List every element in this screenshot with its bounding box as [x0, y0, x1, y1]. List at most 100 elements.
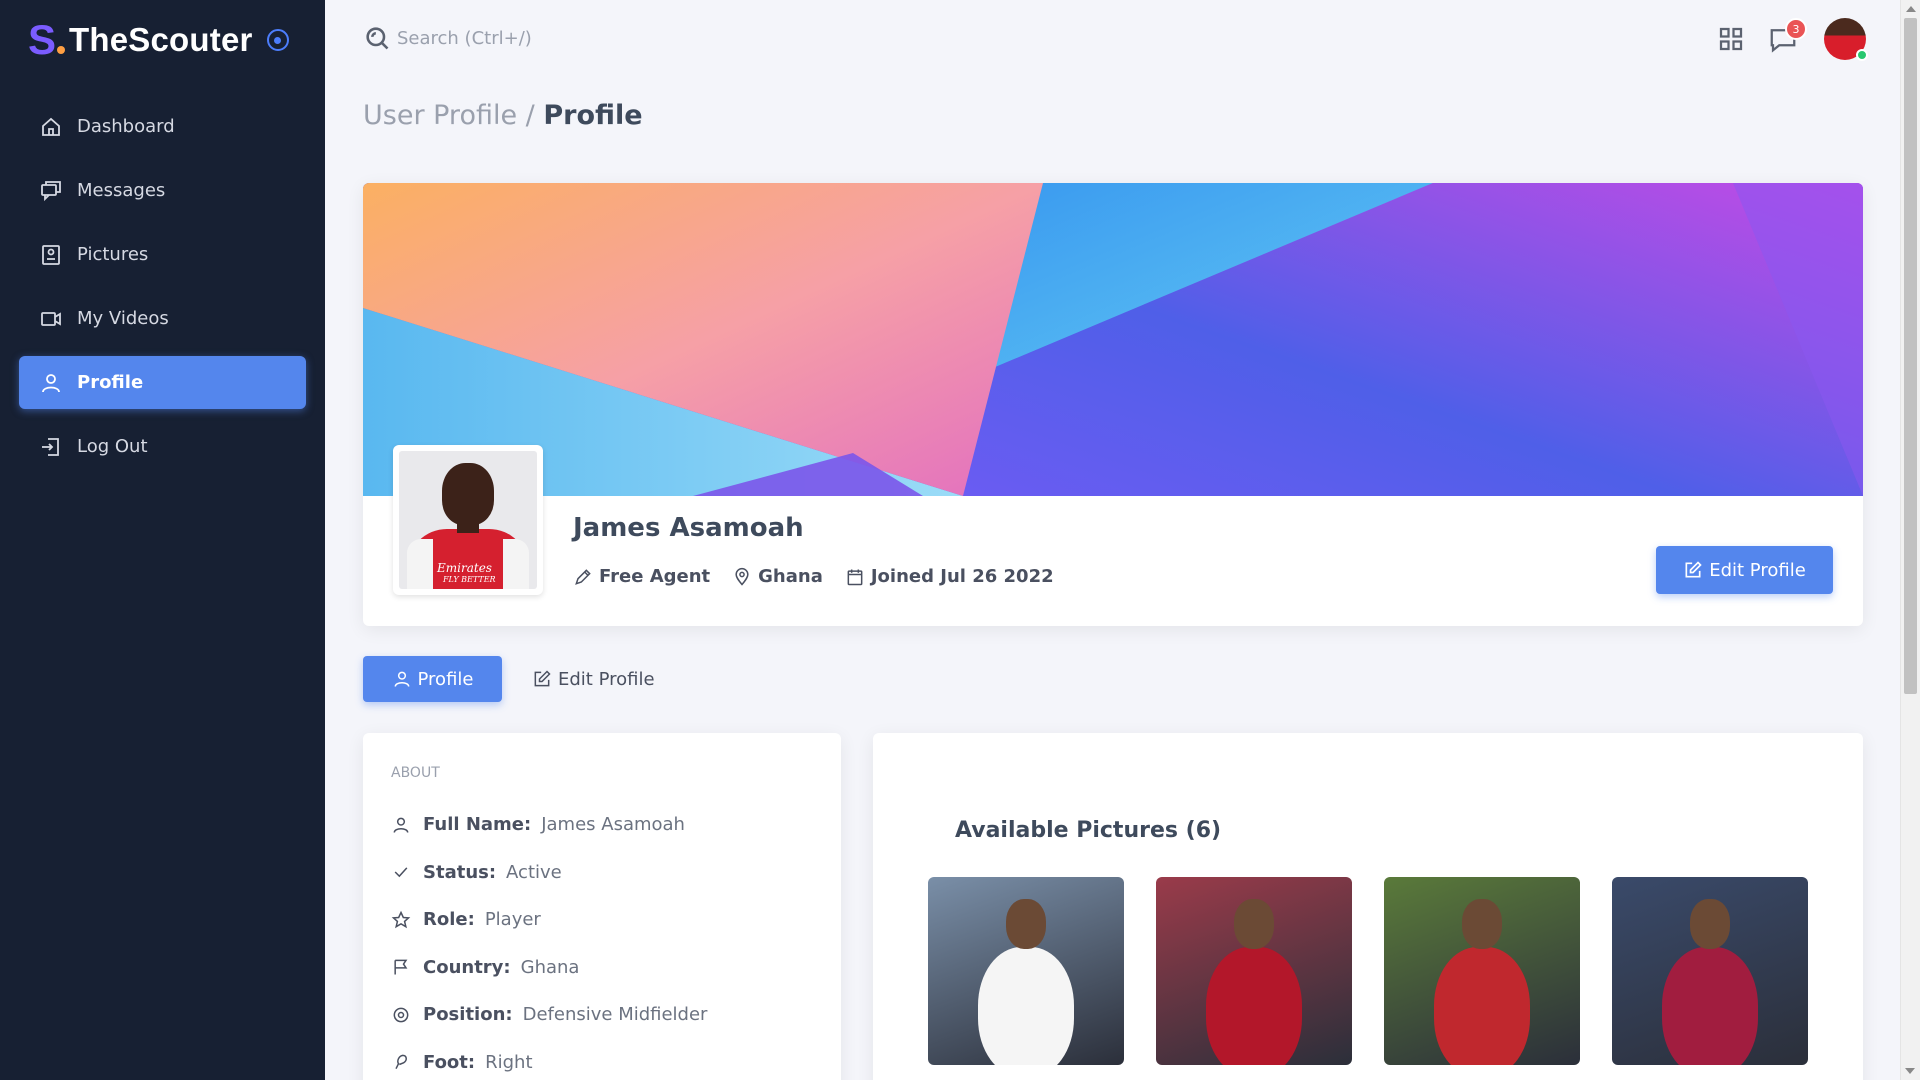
profile-status: Free Agent [573, 566, 710, 587]
profile-photo: Emirates FLY BETTER [399, 451, 537, 589]
about-key: Country: [423, 956, 511, 978]
map-pin-icon [735, 567, 749, 586]
available-pictures-card: Available Pictures (6) [873, 733, 1863, 1080]
about-key: Full Name: [423, 814, 532, 836]
profile-meta: Free Agent Ghana Joined Jul 26 2022 [573, 566, 1076, 587]
scroll-thumb[interactable] [1904, 18, 1917, 694]
sidebar-item-label: Messages [77, 180, 166, 201]
profile-name: James Asamoah [573, 513, 804, 543]
pictures-title: Available Pictures (6) [955, 818, 1222, 843]
sidebar-item-dashboard[interactable]: Dashboard [19, 100, 306, 153]
player-figure [1434, 947, 1530, 1065]
about-row-foot: Foot: Right [391, 1039, 813, 1080]
brand-name: TheScouter [69, 21, 253, 58]
apps-grid-icon[interactable] [1716, 24, 1746, 54]
shirt-sponsor-subtext: FLY BETTER [443, 575, 496, 584]
edit-profile-label: Edit Profile [1709, 559, 1806, 581]
about-row-status: Status: Active [391, 849, 813, 897]
about-key: Foot: [423, 1051, 476, 1073]
about-title: ABOUT [391, 765, 440, 781]
tab-label: Profile [417, 668, 474, 690]
picture-thumbnail[interactable] [1384, 877, 1580, 1065]
cover-image [363, 183, 1863, 496]
sidebar-item-profile[interactable]: Profile [19, 356, 306, 409]
player-head [1462, 899, 1502, 949]
sidebar-item-pictures[interactable]: Pictures [19, 228, 306, 281]
picture-thumbnail[interactable] [1612, 877, 1808, 1065]
edit-profile-button[interactable]: Edit Profile [1656, 546, 1833, 594]
sidebar-item-my-videos[interactable]: My Videos [19, 292, 306, 345]
brand[interactable]: S TheScouter [0, 0, 325, 80]
shirt-sponsor-text: Emirates [437, 561, 492, 575]
search-placeholder: Search (Ctrl+/) [397, 27, 532, 49]
sidebar-item-messages[interactable]: Messages [19, 164, 306, 217]
about-value: Right [485, 1051, 533, 1073]
player-head [1006, 899, 1046, 949]
about-key: Status: [423, 861, 497, 883]
star-icon [391, 910, 411, 928]
scroll-up-icon[interactable] [1905, 6, 1916, 12]
pen-icon [575, 568, 591, 585]
brand-dot [57, 46, 66, 54]
profile-joined: Joined Jul 26 2022 [845, 566, 1054, 587]
sidebar-item-logout[interactable]: Log Out [19, 420, 306, 473]
online-status-dot [1856, 49, 1868, 61]
about-value: Ghana [520, 956, 580, 978]
sidebar-item-label: Log Out [77, 436, 148, 457]
calendar-icon [847, 569, 863, 585]
sidebar-item-label: Profile [77, 372, 144, 393]
breadcrumb: User Profile / Profile [363, 100, 643, 131]
about-row-full-name: Full Name: James Asamoah [391, 801, 813, 849]
profile-joined-text: Joined Jul 26 2022 [870, 566, 1054, 587]
user-avatar[interactable] [1824, 18, 1868, 61]
tab-label: Edit Profile [558, 668, 655, 690]
about-value: James Asamoah [541, 814, 685, 836]
flag-icon [394, 959, 408, 975]
target-icon [393, 1007, 409, 1023]
about-value: Player [484, 909, 541, 931]
profile-avatar[interactable]: Emirates FLY BETTER [393, 445, 543, 595]
about-row-role: Role: Player [391, 896, 813, 944]
search-input[interactable]: Search (Ctrl+/) [363, 24, 532, 52]
player-head [1690, 899, 1730, 949]
picture-thumbnail[interactable] [928, 877, 1124, 1065]
user-icon [42, 373, 60, 392]
home-icon [42, 117, 60, 136]
tab-profile[interactable]: Profile [363, 656, 502, 702]
sidebar-toggle-icon[interactable] [266, 29, 289, 51]
check-icon [394, 867, 408, 878]
foot-icon [395, 1054, 407, 1070]
picture-thumbnail[interactable] [1156, 877, 1352, 1065]
sidebar-item-label: Pictures [77, 244, 149, 265]
logout-icon [42, 437, 59, 456]
profile-tabs: Profile Edit Profile [363, 656, 685, 702]
sidebar-item-label: Dashboard [77, 116, 175, 137]
breadcrumb-parent[interactable]: User Profile [363, 100, 517, 131]
about-value: Defensive Midfielder [522, 1004, 708, 1026]
about-key: Position: [423, 1004, 513, 1026]
user-icon [394, 671, 409, 687]
user-icon [393, 817, 409, 833]
image-icon [42, 244, 60, 265]
page-scrollbar[interactable] [1900, 0, 1920, 1080]
video-icon [41, 311, 61, 326]
breadcrumb-separator: / [525, 100, 535, 131]
profile-status-text: Free Agent [599, 566, 711, 587]
messages-icon [41, 180, 61, 201]
about-card: ABOUT Full Name: James Asamoah Status: A… [363, 733, 841, 1080]
sidebar: S TheScouter Dashboard Messages Pictures… [0, 0, 325, 1080]
chat-icon[interactable]: 3 [1768, 18, 1807, 54]
sidebar-nav: Dashboard Messages Pictures My Videos Pr… [0, 100, 325, 473]
player-figure [1206, 947, 1302, 1065]
profile-location: Ghana [732, 566, 823, 587]
notification-badge: 3 [1785, 18, 1807, 40]
about-row-country: Country: Ghana [391, 944, 813, 992]
topbar: Search (Ctrl+/) 3 [325, 0, 1900, 78]
breadcrumb-current: Profile [543, 100, 643, 131]
search-icon [366, 27, 389, 50]
profile-header-card: Emirates FLY BETTER James Asamoah Free A… [363, 183, 1863, 626]
tab-edit-profile[interactable]: Edit Profile [510, 656, 677, 702]
scroll-down-icon[interactable] [1905, 1068, 1915, 1074]
topbar-actions: 3 [1694, 18, 1868, 61]
brand-logo: S [28, 16, 57, 63]
